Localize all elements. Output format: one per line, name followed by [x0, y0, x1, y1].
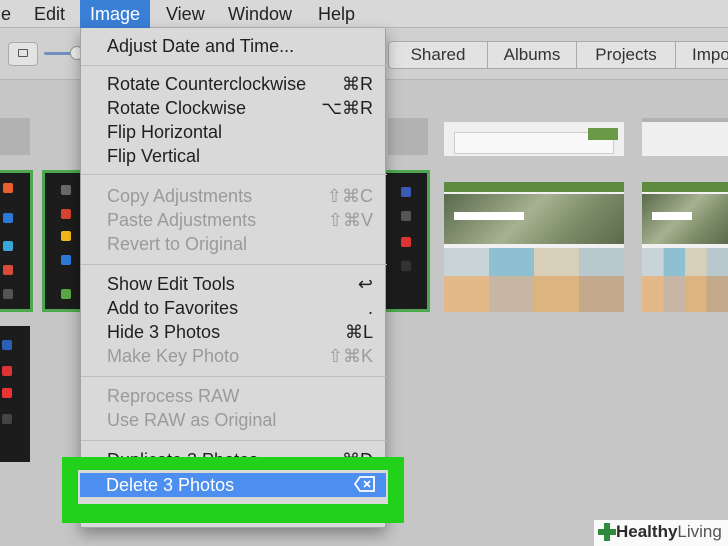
menu-item-make-key-photo: Make Key Photo ⇧⌘K [107, 346, 373, 366]
menu-item-add-to-favorites[interactable]: Add to Favorites. [81, 296, 387, 320]
view-toggle-button[interactable] [8, 42, 38, 66]
menu-edit[interactable]: Edit [24, 0, 75, 28]
menu-item-reprocess-raw: Reprocess RAW [107, 386, 240, 406]
photo-thumbnail-selected[interactable] [382, 170, 430, 312]
menu-item-flip-vertical[interactable]: Flip Vertical [81, 144, 387, 168]
grid-header-strip [388, 118, 428, 155]
photo-thumbnail[interactable] [444, 122, 624, 156]
menu-item-delete-photos[interactable]: Delete 3 Photos [80, 473, 386, 497]
watermark-logo: HealthyLiving [594, 520, 728, 546]
cross-icon [598, 523, 616, 541]
menu-item-use-raw-as-original: Use RAW as Original [107, 410, 277, 430]
menu-item-revert-to-original: Revert to Original [107, 234, 248, 254]
watermark-brand-suffix: Living [677, 522, 722, 541]
menu-separator [81, 440, 387, 441]
menu-image[interactable]: Image [80, 0, 151, 28]
menu-item-show-edit-tools[interactable]: Show Edit Tools ↩ [81, 272, 387, 296]
photo-thumbnail[interactable] [444, 182, 624, 312]
grid-header-strip [0, 118, 30, 155]
tab-albums[interactable]: Albums [487, 41, 577, 69]
menu-item-paste-adjustments: Paste Adjustments ⇧⌘V [107, 210, 373, 230]
grid-icon [18, 49, 28, 57]
menu-bar: File Edit Image View Window Help [0, 0, 728, 28]
menu-view[interactable]: View [156, 0, 215, 28]
menu-help[interactable]: Help [308, 0, 365, 28]
photo-thumbnail-selected[interactable] [0, 170, 33, 312]
menu-separator [81, 264, 387, 265]
tab-shared[interactable]: Shared [388, 41, 488, 69]
photo-thumbnail[interactable] [642, 122, 728, 156]
menu-item-flip-horizontal[interactable]: Flip Horizontal [81, 120, 387, 144]
menu-separator [81, 65, 387, 66]
menu-separator [81, 376, 387, 377]
photo-thumbnail[interactable] [642, 182, 728, 312]
menu-window[interactable]: Window [218, 0, 302, 28]
image-menu: Adjust Date and Time... Rotate Countercl… [80, 28, 387, 528]
watermark-brand: Healthy [616, 522, 678, 541]
menu-item-copy-adjustments: Copy Adjustments ⇧⌘C [107, 186, 373, 206]
menu-item-adjust-date[interactable]: Adjust Date and Time... [81, 34, 387, 58]
photo-thumbnail[interactable] [0, 326, 30, 462]
menu-item-hide-photos[interactable]: Hide 3 Photos ⌘L [81, 320, 387, 344]
menu-item-rotate-ccw[interactable]: Rotate Counterclockwise ⌘R [81, 72, 387, 96]
delete-key-icon [353, 476, 376, 497]
menu-separator [81, 174, 387, 175]
tab-import[interactable]: Impo [675, 41, 728, 69]
menu-item-rotate-cw[interactable]: Rotate Clockwise ⌥⌘R [81, 96, 387, 120]
tab-projects[interactable]: Projects [576, 41, 676, 69]
